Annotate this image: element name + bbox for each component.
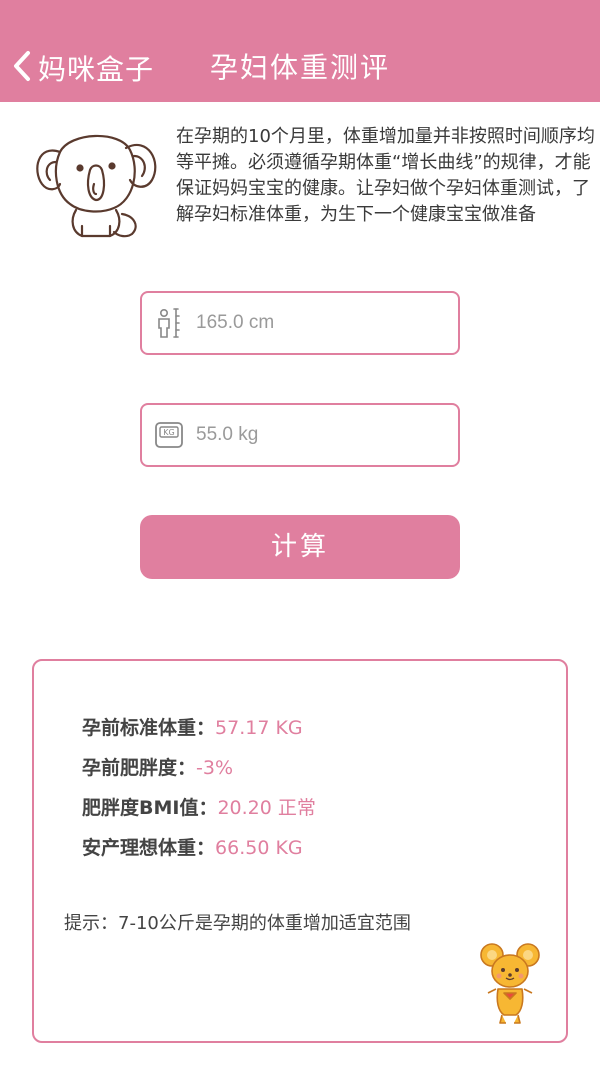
- result-value: 66.50 KG: [215, 837, 303, 859]
- svg-text:KG: KG: [163, 428, 174, 437]
- height-field[interactable]: [140, 291, 460, 355]
- weight-field[interactable]: KG: [140, 403, 460, 467]
- results-card: 孕前标准体重：57.17 KG 孕前肥胖度：-3% 肥胖度BMI值：20.20 …: [32, 659, 568, 1043]
- result-obesity: 孕前肥胖度：-3%: [82, 753, 233, 783]
- nav-bar: 妈咪盒子 孕妇体重测评: [0, 0, 600, 102]
- result-ideal-weight: 安产理想体重：66.50 KG: [82, 833, 303, 863]
- result-label: 肥胖度BMI值：: [82, 797, 218, 819]
- intro-text: 在孕期的10个月里，体重增加量并非按照时间顺序均等平摊。必须遵循孕期体重“增长曲…: [176, 126, 595, 225]
- result-label: 孕前标准体重：: [82, 717, 216, 739]
- result-value: -3%: [196, 757, 234, 779]
- weight-input[interactable]: [196, 424, 436, 446]
- result-value: 20.20 正常: [217, 797, 316, 819]
- kg-scale-icon: KG: [154, 418, 184, 452]
- result-bmi: 肥胖度BMI值：20.20 正常: [82, 793, 316, 823]
- koala-illustration: [30, 122, 160, 242]
- height-input[interactable]: [196, 312, 436, 334]
- result-standard-weight: 孕前标准体重：57.17 KG: [82, 713, 303, 743]
- calculate-button[interactable]: 计算: [140, 515, 460, 579]
- tip-text: 提示：7-10公斤是孕期的体重增加适宜范围: [64, 913, 411, 934]
- result-value: 57.17 KG: [215, 717, 303, 739]
- result-label: 安产理想体重：: [82, 837, 216, 859]
- result-label: 孕前肥胖度：: [82, 757, 197, 779]
- page-title: 孕妇体重测评: [209, 51, 390, 84]
- person-ruler-icon: [154, 306, 184, 340]
- mouse-illustration: [478, 941, 542, 1027]
